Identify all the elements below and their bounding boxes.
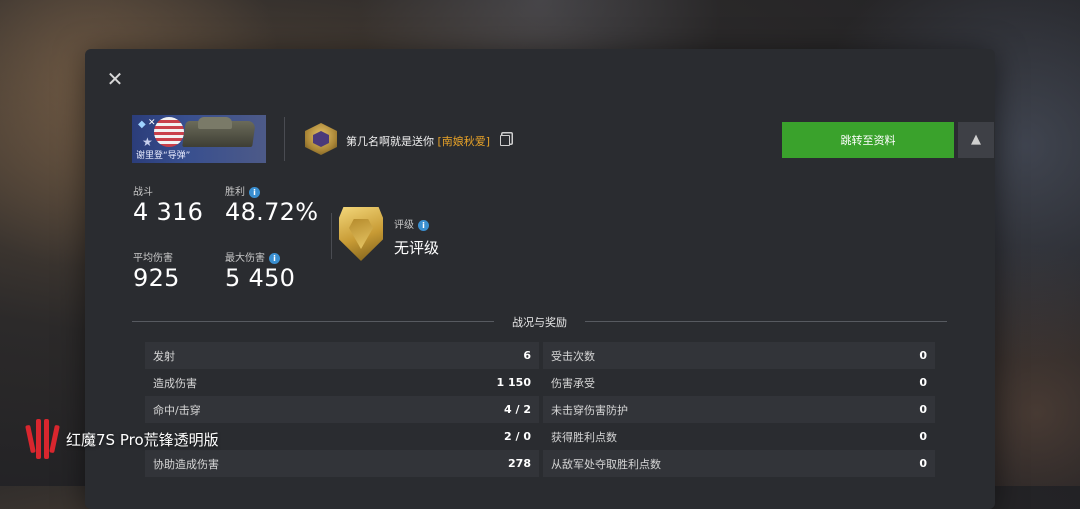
stats-table-right: 受击次数 0 伤害承受 0 未击穿伤害防护 0 获得胜利点数 0 从敌军处夺取胜利点数 0 [543,342,935,477]
stat-value: 5 450 [225,264,296,292]
diamond-icon: ◆ [138,119,146,130]
clan-banner[interactable]: ★ ◆ ✕ 谢里登“导弹” [132,115,266,163]
table-row: 从敌军处夺取胜利点数 0 [543,450,935,477]
stat-wins: 胜利 i 48.72% [225,183,318,226]
table-row: 发射 6 [145,342,539,369]
divider [284,117,285,161]
table-row: 受击次数 0 [543,342,935,369]
player-name: 第几名啊就是送你 [南娘秋爱] [346,133,510,149]
stat-value: 925 [133,264,180,292]
watermark-text: 红魔7S Pro荒锋透明版 [66,430,219,449]
star-icon: ★ [142,135,153,149]
warning-icon: ▲ [971,132,981,147]
stat-label: 战斗 [133,187,153,198]
player-header: ★ ◆ ✕ 谢里登“导弹” 第几名啊就是送你 [南娘秋爱] 跳转至资料 ▲ [132,115,994,165]
copy-icon[interactable] [499,135,510,146]
table-row: 造成伤害 1 150 [153,376,531,390]
table-row: 获得胜利点数 0 [551,430,927,444]
section-title: 战况与奖励 [512,316,567,329]
table-row: 未击穿伤害防护 0 [543,396,935,423]
stat-max-damage: 最大伤害 i 5 450 [225,249,295,292]
table-row: 伤害承受 0 [551,376,927,390]
clan-name[interactable]: [南娘秋爱] [438,135,491,148]
section-header: 战况与奖励 [132,314,947,329]
divider [585,321,947,322]
info-icon[interactable]: i [249,186,260,198]
stat-label: 平均伤害 [133,253,173,264]
close-icon[interactable]: ✕ [105,69,125,89]
report-button[interactable]: ▲ [958,122,994,158]
tank-turret [198,117,232,129]
rating-value: 无评级 [394,239,440,257]
stat-avg-damage: 平均伤害 925 [133,249,180,292]
x-icon: ✕ [148,118,156,128]
go-to-profile-button[interactable]: 跳转至资料 [782,122,954,158]
info-icon[interactable]: i [269,252,280,264]
stat-value: 4 316 [133,198,204,226]
info-icon[interactable]: i [418,219,429,231]
us-flag-emblem [154,117,184,147]
stat-battles: 战斗 4 316 [133,183,203,226]
rating-label: 评级 i [394,216,429,231]
red-magic-logo-icon [25,417,60,461]
stat-value: 48.72% [225,198,319,226]
stat-label: 最大伤害 i [225,249,295,264]
player-name-text: 第几名啊就是送你 [346,135,434,148]
divider [331,213,332,259]
clan-banner-text: 谢里登“导弹” [136,151,191,161]
device-watermark: 红魔7S Pro荒锋透明版 [25,417,219,461]
stat-label: 胜利 i [225,183,318,198]
